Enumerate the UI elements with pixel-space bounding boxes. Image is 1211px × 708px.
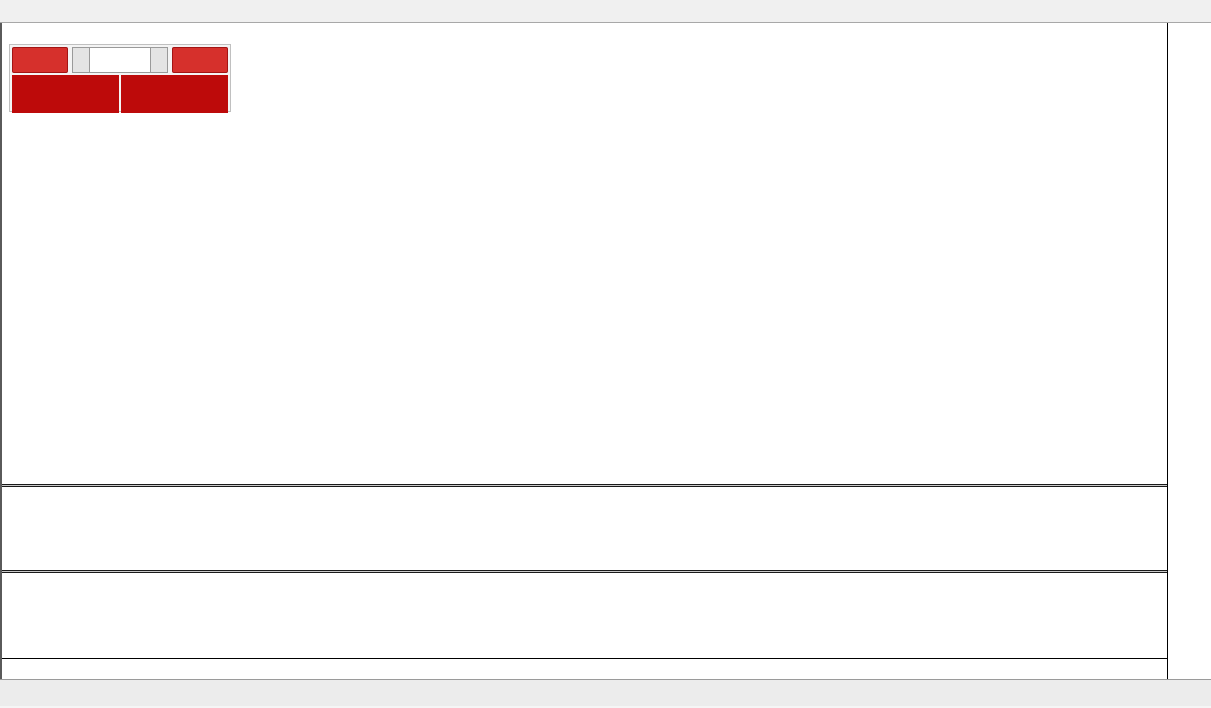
date-axis (2, 658, 1168, 679)
one-click-trade-widget (9, 44, 231, 113)
price-axis (1168, 23, 1211, 679)
macd-indicator-plot (2, 487, 1168, 570)
chart-tab-bar (0, 679, 1211, 706)
chart-title (9, 28, 21, 42)
buy-button[interactable] (172, 47, 228, 73)
sell-price-box[interactable] (12, 75, 119, 113)
trading-app-window (0, 0, 1211, 708)
volume-input[interactable] (90, 47, 150, 73)
period-toolbar (0, 0, 1211, 23)
date-axis-ticks (2, 659, 1168, 679)
sell-button[interactable] (12, 47, 68, 73)
rsi-indicator-plot (2, 573, 1168, 658)
volume-decrease-button[interactable] (72, 47, 90, 73)
volume-increase-button[interactable] (150, 47, 168, 73)
buy-price-box[interactable] (121, 75, 228, 113)
chart-region (0, 23, 1211, 679)
